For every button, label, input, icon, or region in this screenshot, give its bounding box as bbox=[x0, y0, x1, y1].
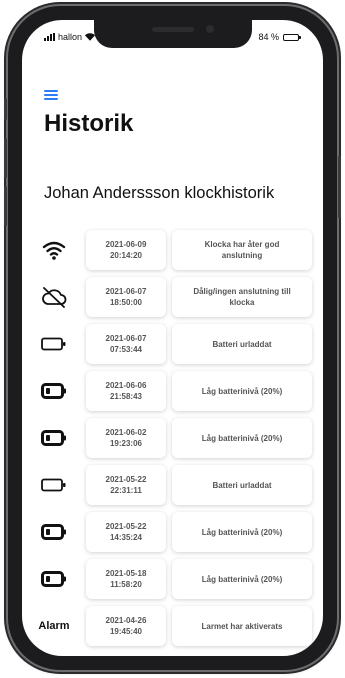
battery-low-icon bbox=[39, 566, 69, 592]
history-timestamp: 2021-06-06 21:58:43 bbox=[86, 371, 166, 411]
history-row: 2021-06-02 19:23:06 Låg batterinivå (20%) bbox=[22, 418, 323, 458]
app-screen: hallon 84 % Historik Johan Anderssson kl… bbox=[22, 20, 323, 656]
history-row: 2021-06-06 21:58:43 Låg batterinivå (20%) bbox=[22, 371, 323, 411]
alarm-label: Alarm bbox=[38, 613, 70, 639]
history-row: Alarm 2021-04-26 19:45:40 Larmet har aktiv… bbox=[22, 606, 323, 646]
section-title: Johan Anderssson klockhistorik bbox=[44, 184, 275, 202]
battery-low-icon bbox=[39, 425, 69, 451]
status-left: hallon bbox=[44, 32, 96, 42]
alarm-label-text: Alarm bbox=[38, 620, 70, 632]
volume-down-button bbox=[4, 186, 7, 226]
history-row: 2021-06-07 18:50:00 Dålig/ingen anslutnin… bbox=[22, 277, 323, 317]
history-message: Låg batterinivå (20%) bbox=[172, 418, 312, 458]
page-title: Historik bbox=[44, 110, 134, 137]
signal-icon bbox=[44, 33, 55, 41]
hamburger-menu-icon[interactable] bbox=[44, 90, 58, 100]
history-message: Batteri urladdat bbox=[172, 324, 312, 364]
wifi-icon bbox=[39, 237, 69, 263]
history-message: Batteri urladdat bbox=[172, 465, 312, 505]
history-row: 2021-06-07 07:53:44 Batteri urladdat bbox=[22, 324, 323, 364]
history-message: Larmet har aktiverats bbox=[172, 606, 312, 646]
history-timestamp: 2021-05-18 11:58:20 bbox=[86, 559, 166, 599]
battery-status-icon bbox=[283, 33, 301, 41]
history-timestamp: 2021-06-07 18:50:00 bbox=[86, 277, 166, 317]
status-bar: hallon 84 % bbox=[22, 32, 323, 46]
silent-switch bbox=[4, 98, 7, 120]
history-timestamp: 2021-06-02 19:23:06 bbox=[86, 418, 166, 458]
battery-percent: 84 % bbox=[258, 32, 279, 42]
battery-empty-icon bbox=[39, 472, 69, 498]
history-message: Klocka har åter god anslutning bbox=[172, 230, 312, 270]
history-row: 2021-05-22 22:31:11 Batteri urladdat bbox=[22, 465, 323, 505]
history-row: 2021-06-09 20:14:20 Klocka har åter god a… bbox=[22, 230, 323, 270]
history-timestamp: 2021-05-22 14:35:24 bbox=[86, 512, 166, 552]
history-row: 2021-05-22 14:35:24 Låg batterinivå (20%) bbox=[22, 512, 323, 552]
carrier-label: hallon bbox=[58, 32, 83, 42]
battery-low-icon bbox=[39, 519, 69, 545]
history-timestamp: 2021-04-26 19:45:40 bbox=[86, 606, 166, 646]
cloud-off-icon bbox=[39, 284, 69, 310]
history-timestamp: 2021-05-22 22:31:11 bbox=[86, 465, 166, 505]
history-timestamp: 2021-06-07 07:53:44 bbox=[86, 324, 166, 364]
phone-frame: hallon 84 % Historik Johan Anderssson kl… bbox=[4, 6, 341, 670]
volume-up-button bbox=[4, 138, 7, 178]
power-button bbox=[338, 156, 341, 218]
history-message: Dålig/ingen anslutning till klocka bbox=[172, 277, 312, 317]
history-row: 2021-05-18 11:58:20 Låg batterinivå (20%) bbox=[22, 559, 323, 599]
status-wifi-icon bbox=[85, 33, 96, 41]
battery-empty-icon bbox=[39, 331, 69, 357]
battery-low-icon bbox=[39, 378, 69, 404]
status-right: 84 % bbox=[258, 32, 301, 42]
history-message: Låg batterinivå (20%) bbox=[172, 512, 312, 552]
history-timestamp: 2021-06-09 20:14:20 bbox=[86, 230, 166, 270]
history-message: Låg batterinivå (20%) bbox=[172, 371, 312, 411]
history-message: Låg batterinivå (20%) bbox=[172, 559, 312, 599]
